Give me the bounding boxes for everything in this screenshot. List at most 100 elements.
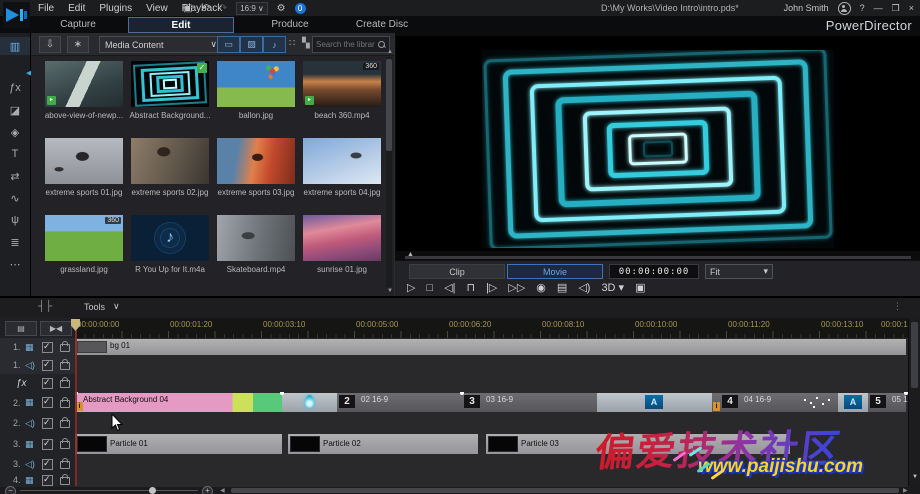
timeline-clip-countdown-2[interactable]: 2 02 16-9: [337, 393, 462, 412]
snapshot-button[interactable]: ◉: [536, 281, 546, 294]
track-lock-icon[interactable]: [60, 438, 70, 449]
menu-file[interactable]: File: [38, 3, 54, 14]
preview-seek-bar[interactable]: ▲: [395, 251, 920, 260]
scrollbar-thumb[interactable]: [911, 322, 918, 388]
user-avatar-icon[interactable]: [837, 1, 851, 15]
sidebar-item-voice-over-room[interactable]: ψ: [0, 211, 30, 229]
track-enable-checkbox[interactable]: [42, 417, 53, 429]
filter-video-button[interactable]: ▭: [217, 36, 240, 53]
scroll-down-icon[interactable]: ▼: [912, 474, 918, 480]
timeline-clip-particle-2[interactable]: Particle 02: [288, 434, 478, 454]
track-enable-checkbox[interactable]: [42, 377, 53, 389]
restore-icon[interactable]: ❐: [892, 3, 900, 14]
timecode-display[interactable]: 00:00:00:00: [609, 264, 699, 279]
library-item[interactable]: extreme sports 02.jpg: [129, 136, 211, 202]
track-content[interactable]: [75, 374, 908, 392]
split-button[interactable]: ┤├: [38, 301, 52, 312]
library-item[interactable]: 360 ▸ beach 360.mp4: [301, 59, 383, 125]
library-item[interactable]: sunrise 01.jpg: [301, 213, 383, 279]
track-lock-icon[interactable]: [60, 396, 70, 408]
scroll-left-icon[interactable]: ◀: [220, 487, 225, 494]
3d-button[interactable]: 3D ▾: [601, 281, 624, 294]
library-item[interactable]: 360 grassland.jpg: [43, 213, 125, 279]
track-lock-icon[interactable]: [60, 458, 70, 469]
movie-mode-button[interactable]: Movie: [507, 264, 603, 279]
track-manager-button[interactable]: ▤: [5, 321, 37, 336]
seek-track[interactable]: [405, 256, 911, 259]
timeline-clip-title-a[interactable]: A: [597, 393, 712, 412]
detail-view-icon[interactable]: ▚: [302, 38, 310, 49]
zoom-slider-knob[interactable]: [149, 487, 156, 494]
clip-mode-button[interactable]: Clip: [409, 264, 505, 279]
fast-forward-button[interactable]: ▷▷: [508, 281, 525, 294]
preview-quality-button[interactable]: ▤: [557, 281, 567, 294]
library-item[interactable]: Skateboard.mp4: [215, 213, 297, 279]
zoom-fit-dropdown[interactable]: Fit ▾: [705, 264, 773, 279]
track-enable-checkbox[interactable]: [42, 474, 53, 486]
track-enable-checkbox[interactable]: [42, 396, 53, 408]
track-lock-icon[interactable]: [60, 341, 70, 352]
menu-edit[interactable]: Edit: [68, 3, 85, 14]
timeline-clip-abstract-background[interactable]: Abstract Background 04 i: [75, 393, 282, 412]
user-name[interactable]: John Smith: [784, 3, 829, 13]
undo-icon[interactable]: ↶: [201, 3, 209, 14]
horizontal-scrollbar-thumb[interactable]: [231, 488, 899, 493]
library-item[interactable]: ballon.jpg: [215, 59, 297, 125]
tab-produce[interactable]: Produce: [246, 17, 334, 31]
library-item[interactable]: extreme sports 04.jpg: [301, 136, 383, 202]
fit-timeline-button[interactable]: ▶◀: [40, 321, 72, 336]
track-lock-icon[interactable]: [60, 474, 70, 485]
tab-capture[interactable]: Capture: [34, 17, 122, 31]
sidebar-item-effect-room[interactable]: ƒx: [0, 79, 30, 97]
media-content-dropdown[interactable]: Media Content ∨: [99, 36, 223, 53]
library-item[interactable]: ✓ Abstract Background...: [129, 59, 211, 125]
scrollbar-thumb[interactable]: [386, 59, 392, 151]
track-lock-icon[interactable]: [60, 377, 70, 388]
sidebar-item-subtitle-room[interactable]: ⋯: [0, 255, 30, 273]
zoom-in-button[interactable]: +: [202, 486, 213, 494]
preview-screen[interactable]: [396, 36, 920, 251]
import-media-button[interactable]: ⇩: [39, 36, 61, 53]
track-content[interactable]: [75, 356, 908, 374]
aspect-ratio-dropdown[interactable]: 16:9 ∨: [236, 1, 268, 15]
filter-music-button[interactable]: ♪: [263, 36, 286, 53]
timeline-clip-countdown-3[interactable]: 3 03 16-9: [462, 393, 597, 412]
timeline-clip-transition[interactable]: [282, 393, 337, 412]
library-scrollbar[interactable]: [386, 57, 392, 287]
library-item[interactable]: ♪ R You Up for It.m4a: [129, 213, 211, 279]
sidebar-item-transition-room[interactable]: ⇄: [0, 167, 30, 185]
timeline-vertical-scrollbar[interactable]: [908, 318, 920, 486]
layout-icon[interactable]: ▣: [183, 3, 192, 14]
timeline-overflow-icon[interactable]: ⋮: [893, 301, 902, 312]
sidebar-item-pip-objects-room[interactable]: ◪: [0, 101, 30, 119]
stop-button[interactable]: □: [426, 282, 433, 294]
library-item[interactable]: extreme sports 03.jpg: [215, 136, 297, 202]
sidebar-item-particle-room[interactable]: ◈: [0, 123, 30, 141]
menu-plugins[interactable]: Plugins: [99, 3, 132, 14]
tools-dropdown[interactable]: Tools ∨: [84, 301, 120, 312]
timeline-clip-particle-1[interactable]: Particle 01: [75, 434, 282, 454]
help-icon[interactable]: ?: [860, 3, 865, 13]
sidebar-item-title-room[interactable]: T: [0, 145, 30, 163]
search-input[interactable]: [313, 40, 378, 49]
scroll-down-icon[interactable]: ▼: [387, 288, 393, 294]
track-enable-checkbox[interactable]: [42, 341, 53, 353]
sidebar-item-chapter-room[interactable]: ≣: [0, 233, 30, 251]
seek-marker-button[interactable]: ⊓: [466, 281, 475, 294]
track-content[interactable]: Abstract Background 04 i 2 02 16-9 3 03 …: [75, 392, 908, 413]
track-enable-checkbox[interactable]: [42, 438, 53, 450]
filter-photo-button[interactable]: ▨: [240, 36, 263, 53]
menu-view[interactable]: View: [146, 3, 168, 14]
gear-icon[interactable]: ⚙: [277, 3, 286, 14]
scroll-up-icon[interactable]: ▲: [387, 49, 393, 55]
timeline-clip-countdown-5[interactable]: 5 05 1: [868, 393, 908, 412]
next-frame-button[interactable]: |▷: [486, 281, 497, 294]
scroll-right-icon[interactable]: ▶: [903, 487, 908, 494]
zoom-slider-track[interactable]: [20, 490, 198, 491]
library-item[interactable]: extreme sports 01.jpg: [43, 136, 125, 202]
library-item[interactable]: ▸ above-view-of-newp...: [43, 59, 125, 125]
volume-button[interactable]: ◁): [578, 281, 590, 294]
track-enable-checkbox[interactable]: [42, 458, 53, 470]
track-lock-icon[interactable]: [60, 417, 70, 428]
search-icon[interactable]: [378, 41, 385, 48]
